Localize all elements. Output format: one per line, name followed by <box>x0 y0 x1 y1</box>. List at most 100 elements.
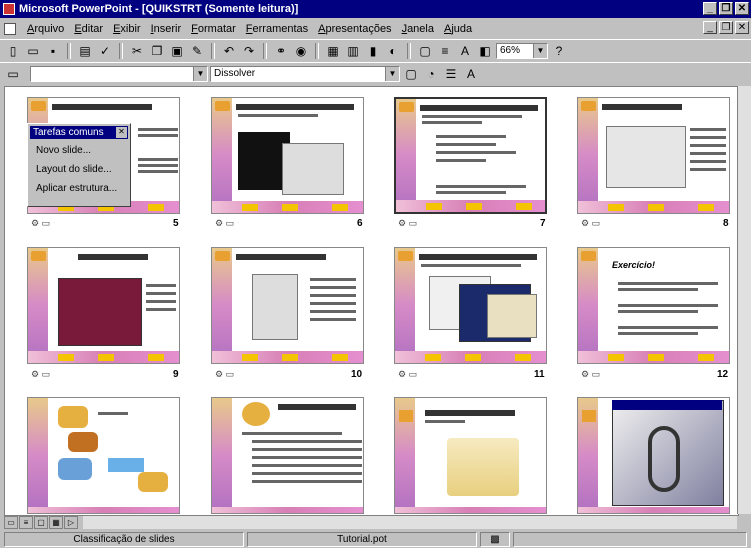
rehearse-timings-icon[interactable]: ◔ <box>422 65 440 83</box>
slide-thumbnail-12[interactable]: Exercício! <box>577 247 730 364</box>
excel-icon[interactable]: ▥ <box>344 42 362 60</box>
slide-number: 9 <box>173 369 179 380</box>
status-bar: Classificação de slides Tutorial.pot ▩ <box>0 531 751 548</box>
new-icon[interactable]: ▯ <box>4 42 22 60</box>
view-buttons-bar: ▭ ≡ ▢ ▦ ▷ <box>0 514 751 530</box>
web-icon[interactable]: ◉ <box>292 42 310 60</box>
summary-slide-icon[interactable]: ☰ <box>442 65 460 83</box>
slide-view-icon[interactable]: ▢ <box>34 515 48 529</box>
close-button[interactable]: ✕ <box>735 2 749 15</box>
common-tasks-toolbar: Tarefas comuns ✕ Novo slide... Layout do… <box>27 123 131 207</box>
print-icon[interactable]: ▤ <box>76 42 94 60</box>
help-icon[interactable]: ? <box>550 42 568 60</box>
expand-icon[interactable]: ≡ <box>436 42 454 60</box>
spelling-icon[interactable]: ✓ <box>96 42 114 60</box>
slide-thumbnail-9[interactable] <box>27 247 180 364</box>
minimize-button[interactable]: _ <box>703 2 717 15</box>
transition-icon[interactable]: ▭ <box>4 65 22 83</box>
paste-icon[interactable]: ▣ <box>168 42 186 60</box>
restore-button[interactable]: ❐ <box>719 2 733 15</box>
status-spell-panel: ▩ <box>480 532 510 547</box>
toolbar-separator <box>407 42 411 59</box>
undo-icon[interactable]: ↶ <box>220 42 238 60</box>
apply-design-menu-item[interactable]: Aplicar estrutura... <box>28 179 130 198</box>
doc-close-button[interactable]: ✕ <box>735 21 749 34</box>
close-icon[interactable]: ✕ <box>116 127 127 138</box>
chevron-down-icon[interactable]: ▼ <box>385 66 399 81</box>
show-formatting-icon[interactable]: A <box>462 65 480 83</box>
transition-effect-combo[interactable]: ▼ <box>30 65 208 82</box>
standard-toolbar: ▯ ▭ ▪ ▤ ✓ ✂ ❐ ▣ ✎ ↶ ↷ ⚭ ◉ ▦ ▥ ▮ ◐ ▢ ≡ A … <box>0 39 751 61</box>
slide-layout-menu-item[interactable]: Layout do slide... <box>28 160 130 179</box>
new-slide-menu-item[interactable]: Novo slide... <box>28 141 130 160</box>
document-icon[interactable] <box>4 22 16 35</box>
spelling-status-icon: ▩ <box>490 534 500 545</box>
status-view-text: Classificação de slides <box>73 534 175 545</box>
menu-arquivo[interactable]: Arquivo <box>22 23 69 35</box>
common-tasks-titlebar[interactable]: Tarefas comuns ✕ <box>30 126 128 139</box>
menu-editar[interactable]: Editar <box>69 23 108 35</box>
transition-icon: ⚙ ▭ <box>215 369 235 379</box>
slide-show-icon[interactable]: ▷ <box>64 515 78 529</box>
save-icon[interactable]: ▪ <box>44 42 62 60</box>
transition-icon: ⚙ ▭ <box>215 218 235 228</box>
slide-thumbnail-14[interactable] <box>211 397 364 514</box>
zoom-combo[interactable]: 66% ▼ <box>496 42 548 59</box>
menu-formatar[interactable]: Formatar <box>186 23 241 35</box>
slide-thumbnail-16[interactable] <box>577 397 730 514</box>
slide-sorter-view-icon[interactable]: ▦ <box>49 515 63 529</box>
chart-icon[interactable]: ▮ <box>364 42 382 60</box>
toolbar-separator <box>315 42 319 59</box>
powerpoint-app-icon[interactable] <box>3 3 15 15</box>
grayscale-icon[interactable]: ◧ <box>476 42 494 60</box>
hide-slide-icon[interactable]: ▢ <box>402 65 420 83</box>
menu-bar: Arquivo Editar Exibir Inserir Formatar F… <box>0 19 751 38</box>
menu-ajuda[interactable]: Ajuda <box>439 23 477 35</box>
slide-thumbnail-8[interactable] <box>577 97 730 214</box>
chevron-down-icon[interactable]: ▼ <box>193 66 207 81</box>
text-preset-combo[interactable]: Dissolver ▼ <box>210 65 400 82</box>
outline-view-icon[interactable]: ≡ <box>19 515 33 529</box>
slide-thumbnail-15[interactable] <box>394 397 547 514</box>
slide-thumbnail-7[interactable] <box>394 97 547 214</box>
slide-number: 8 <box>723 218 729 229</box>
hyperlink-icon[interactable]: ⚭ <box>272 42 290 60</box>
menu-inserir[interactable]: Inserir <box>146 23 187 35</box>
new-slide-icon[interactable]: ▢ <box>416 42 434 60</box>
open-icon[interactable]: ▭ <box>24 42 42 60</box>
cut-icon[interactable]: ✂ <box>128 42 146 60</box>
toolbar-separator <box>211 42 215 59</box>
status-empty-panel <box>513 532 747 547</box>
transition-icon: ⚙ ▭ <box>398 369 418 379</box>
show-formatting-icon[interactable]: A <box>456 42 474 60</box>
menu-janela[interactable]: Janela <box>397 23 439 35</box>
slide-number: 11 <box>534 369 545 380</box>
copy-icon[interactable]: ❐ <box>148 42 166 60</box>
slide-thumbnail-6[interactable] <box>211 97 364 214</box>
redo-icon[interactable]: ↷ <box>240 42 258 60</box>
slide-thumbnail-13[interactable] <box>27 397 180 514</box>
menu-exibir[interactable]: Exibir <box>108 23 146 35</box>
menu-ferramentas[interactable]: Ferramentas <box>241 23 313 35</box>
table-icon[interactable]: ▦ <box>324 42 342 60</box>
clipart-icon[interactable]: ◐ <box>384 42 402 60</box>
doc-minimize-button[interactable]: _ <box>703 21 717 34</box>
slide-number: 12 <box>717 369 729 380</box>
vertical-scrollbar[interactable] <box>737 86 751 514</box>
status-view-panel: Classificação de slides <box>4 532 244 547</box>
normal-view-icon[interactable]: ▭ <box>4 515 18 529</box>
toolbar-separator <box>263 42 267 59</box>
slide-thumbnail-11[interactable] <box>394 247 547 364</box>
zoom-value: 66% <box>500 45 521 56</box>
slide-thumbnail-10[interactable] <box>211 247 364 364</box>
status-file-panel: Tutorial.pot <box>247 532 477 547</box>
slide-sorter-toolbar: ▭ ▼ Dissolver ▼ ▢ ◔ ☰ A <box>0 62 751 84</box>
format-painter-icon[interactable]: ✎ <box>188 42 206 60</box>
status-file-text: Tutorial.pot <box>337 534 387 545</box>
transition-icon: ⚙ ▭ <box>31 369 51 379</box>
horizontal-scrollbar[interactable] <box>83 515 737 529</box>
menu-apresentacoes[interactable]: Apresentações <box>313 23 396 35</box>
toolbar-separator <box>67 42 71 59</box>
chevron-down-icon[interactable]: ▼ <box>533 43 547 58</box>
doc-restore-button[interactable]: ❐ <box>719 21 733 34</box>
